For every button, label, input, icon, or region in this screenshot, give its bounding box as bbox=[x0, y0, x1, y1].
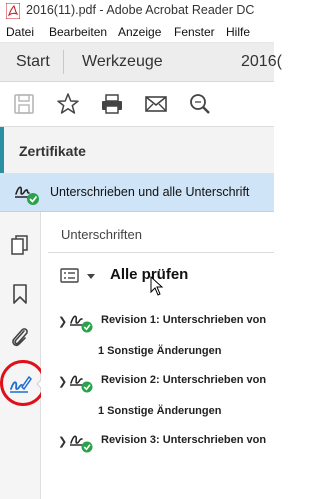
tab-start[interactable]: Start bbox=[16, 53, 50, 71]
list-options-icon bbox=[60, 268, 79, 283]
tab-divider bbox=[63, 50, 64, 74]
revision-row-1[interactable]: ❯ Revision 1: Unterschrieben von bbox=[58, 310, 274, 334]
signed-valid-icon bbox=[70, 435, 93, 453]
menu-hilfe[interactable]: Hilfe bbox=[226, 25, 250, 39]
menu-fenster[interactable]: Fenster bbox=[174, 25, 215, 39]
bookmark-icon[interactable] bbox=[8, 282, 32, 306]
save-icon[interactable] bbox=[10, 90, 38, 118]
attachment-icon[interactable] bbox=[8, 325, 32, 349]
signed-valid-icon bbox=[15, 186, 39, 205]
signatures-section-label: Unterschriften bbox=[61, 227, 142, 242]
email-icon[interactable] bbox=[142, 90, 170, 118]
menu-datei[interactable]: Datei bbox=[6, 25, 34, 39]
revision-changes[interactable]: 1 Sonstige Änderungen bbox=[98, 345, 221, 357]
tab-werkzeuge[interactable]: Werkzeuge bbox=[82, 53, 163, 71]
section-divider bbox=[48, 252, 274, 253]
search-zoom-icon[interactable] bbox=[186, 90, 214, 118]
certificates-title: Zertifikate bbox=[19, 143, 86, 159]
revision-row-3[interactable]: ❯ Revision 3: Unterschrieben von bbox=[58, 430, 274, 454]
chevron-down-icon bbox=[87, 274, 95, 279]
tab-document[interactable]: 2016( bbox=[241, 53, 282, 71]
signed-valid-icon bbox=[70, 315, 93, 333]
revision-row-2[interactable]: ❯ Revision 2: Unterschrieben von bbox=[58, 370, 274, 394]
window-title: 2016(11).pdf - Adobe Acrobat Reader DC bbox=[26, 3, 255, 17]
toolbar bbox=[0, 82, 274, 127]
acrobat-app-icon bbox=[6, 3, 20, 19]
options-menu-button[interactable] bbox=[60, 266, 98, 286]
signature-status-text: Unterschrieben und alle Unterschrift bbox=[50, 185, 250, 199]
pages-icon[interactable] bbox=[8, 233, 32, 257]
signed-valid-icon bbox=[70, 375, 93, 393]
menu-anzeige[interactable]: Anzeige bbox=[118, 25, 161, 39]
menu-bearbeiten[interactable]: Bearbeiten bbox=[49, 25, 107, 39]
revision-label: Revision 3: Unterschrieben von bbox=[101, 434, 267, 446]
revision-changes[interactable]: 1 Sonstige Änderungen bbox=[98, 405, 221, 417]
revision-label: Revision 2: Unterschrieben von bbox=[101, 374, 267, 386]
print-icon[interactable] bbox=[98, 90, 126, 118]
certificates-accent bbox=[0, 127, 4, 173]
revision-label: Revision 1: Unterschrieben von bbox=[101, 314, 267, 326]
mouse-cursor-icon bbox=[150, 276, 164, 296]
chevron-right-icon[interactable]: ❯ bbox=[58, 435, 67, 448]
chevron-right-icon[interactable]: ❯ bbox=[58, 315, 67, 328]
bookmark-star-icon[interactable] bbox=[54, 90, 82, 118]
highlight-circle bbox=[0, 360, 46, 406]
chevron-right-icon[interactable]: ❯ bbox=[58, 375, 67, 388]
